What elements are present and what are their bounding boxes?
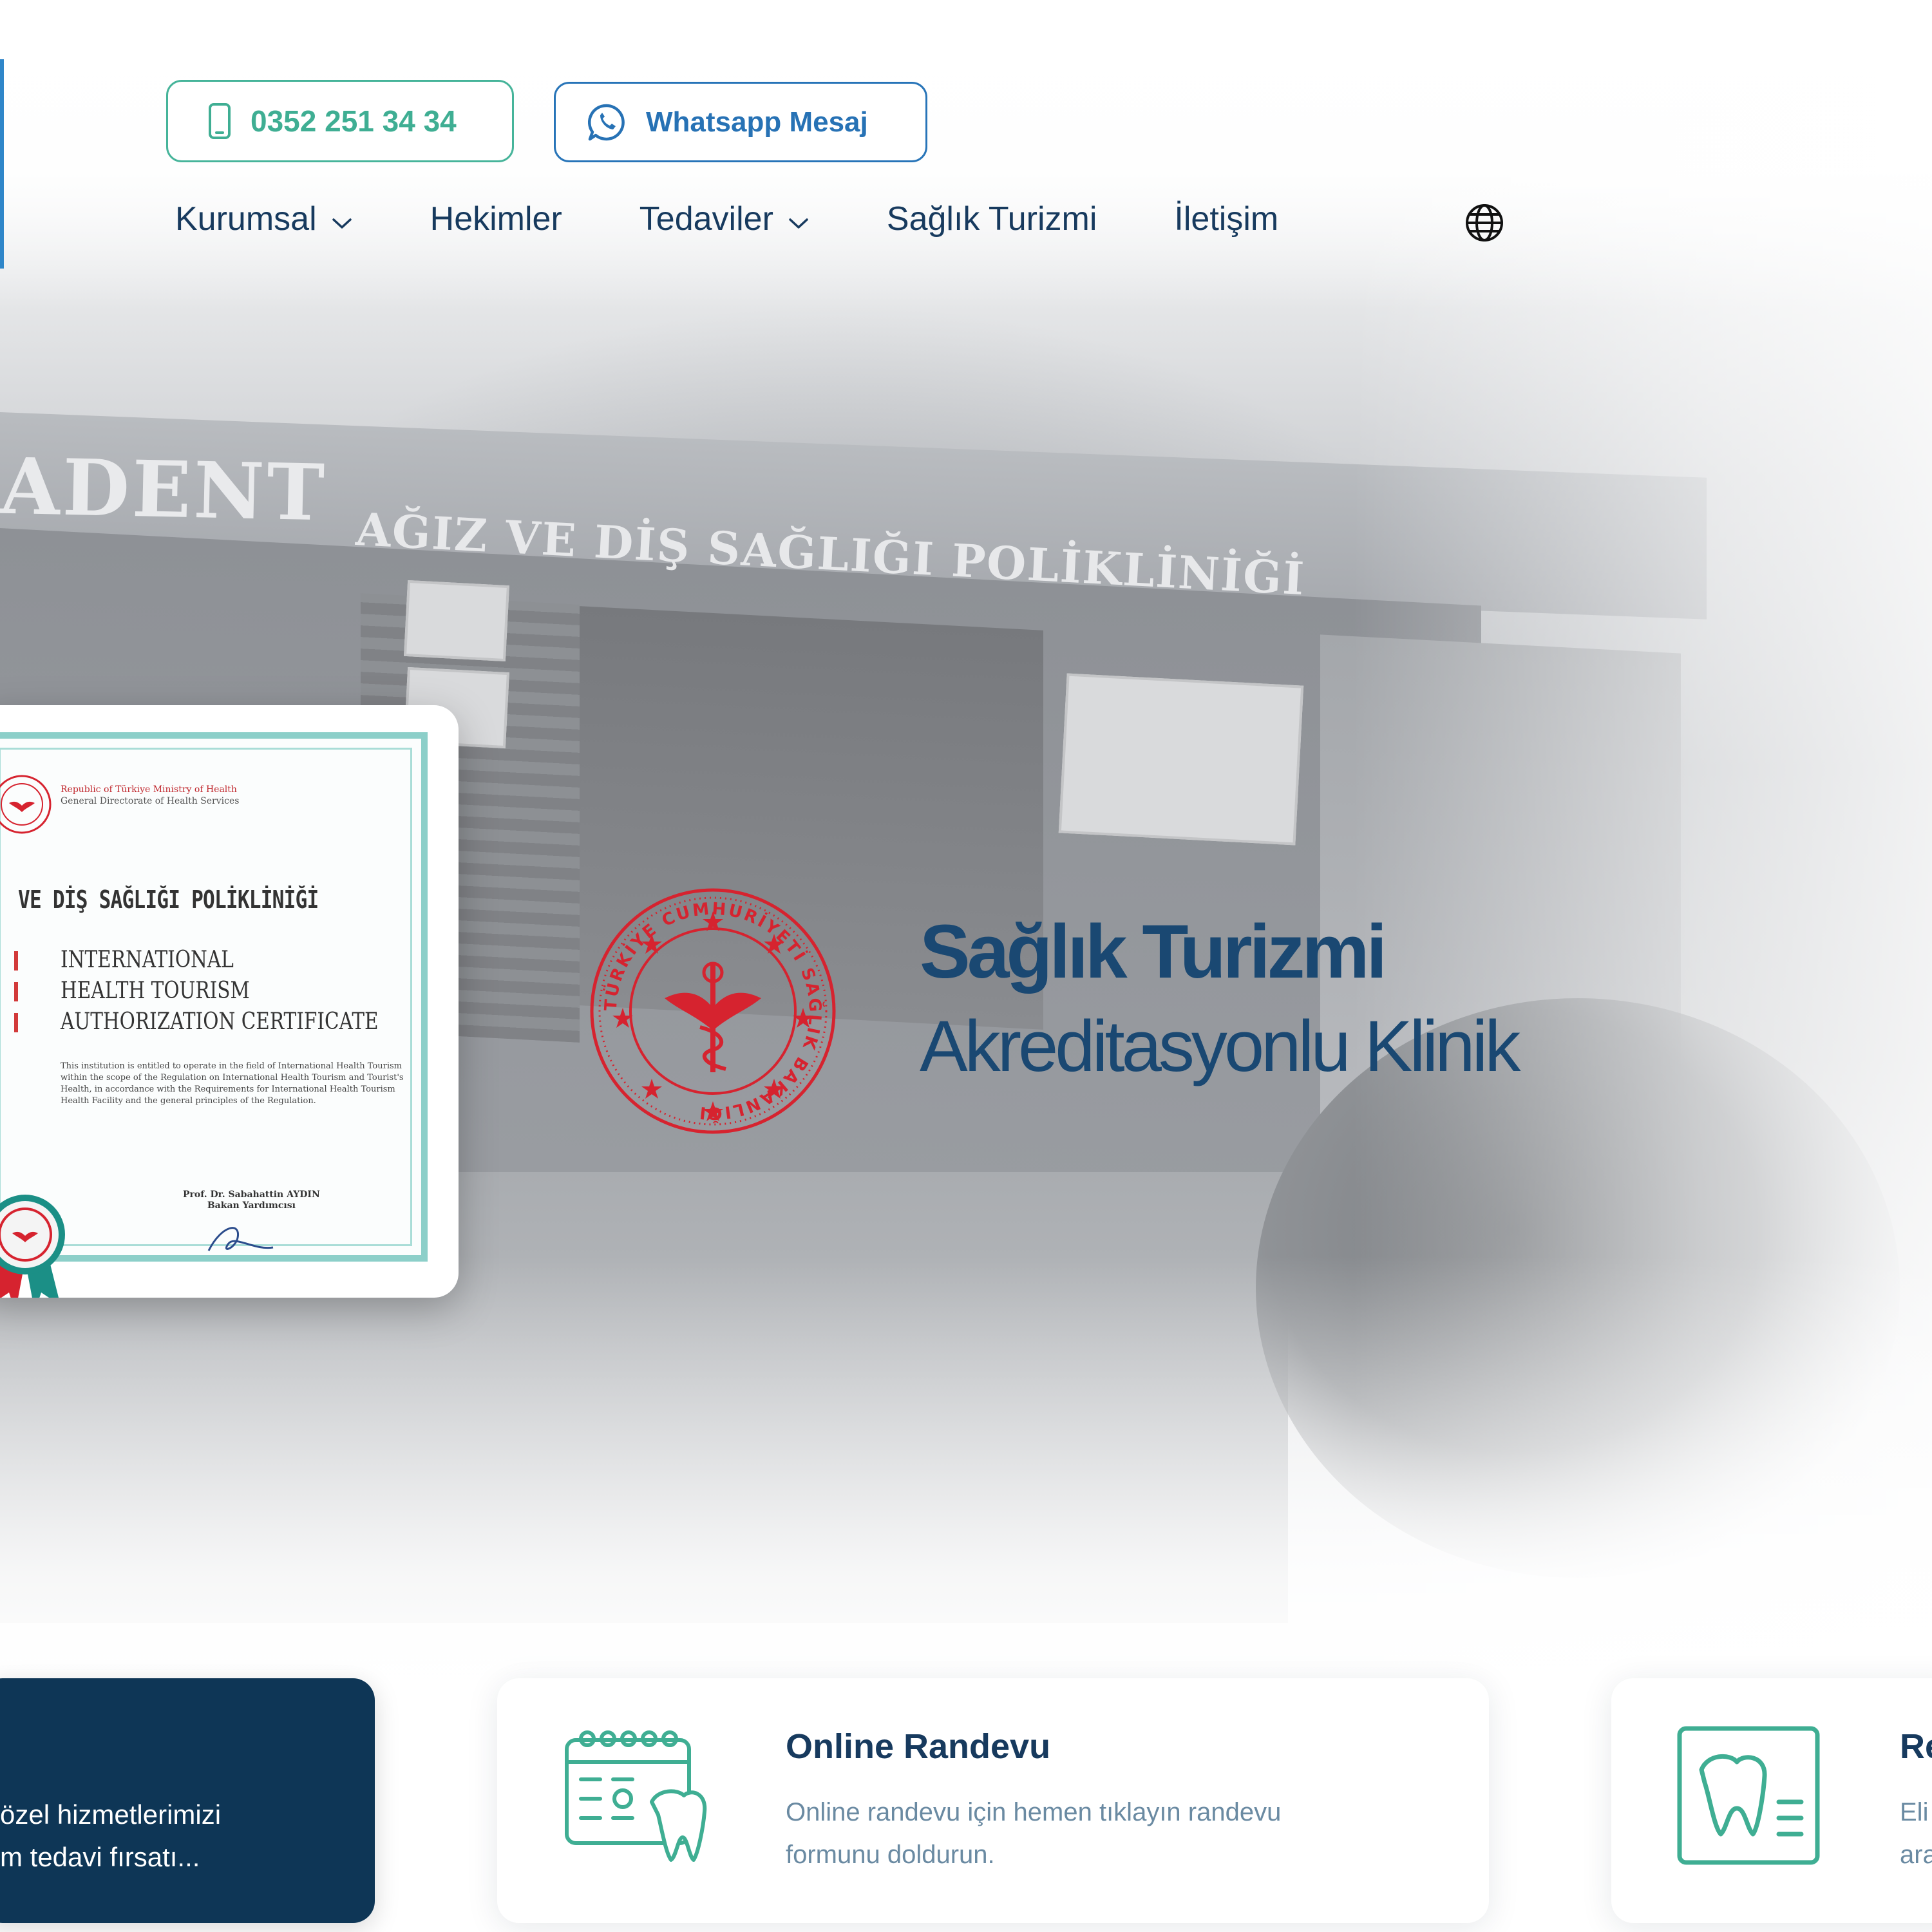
certificate-signer: Prof. Dr. Sabahattin AYDIN Bakan Yardımc… — [183, 1189, 320, 1211]
main-nav: Kurumsal Hekimler Tedaviler Sağlık Turiz… — [175, 200, 1356, 238]
phone-button[interactable]: 0352 251 34 34 — [166, 80, 514, 162]
building-sign-left: ADENT — [0, 440, 328, 539]
third-card-title: Re — [1900, 1727, 1932, 1766]
phone-number: 0352 251 34 34 — [251, 104, 457, 138]
whatsapp-label: Whatsapp Mesaj — [646, 106, 868, 138]
award-rosette-icon — [0, 1183, 73, 1298]
ministry-seal-icon — [0, 772, 54, 840]
certificate-card: Republic of Türkiye Ministry of Health G… — [0, 705, 459, 1298]
ministry-of-health-seal-icon: TÜRKİYE CUMHURİYETİ SAĞLIK BAKANLIĞI — [587, 886, 838, 1140]
third-card[interactable]: Re Eli ara — [1611, 1678, 1932, 1923]
tooth-report-icon — [1676, 1725, 1824, 1870]
nav-item-label: Tedaviler — [639, 200, 773, 238]
chevron-down-icon — [331, 200, 353, 238]
certificate-ministry: Republic of Türkiye Ministry of Health G… — [61, 784, 240, 806]
online-appointment-desc: Online randevu için hemen tıklayın rande… — [786, 1798, 1282, 1869]
globe-icon[interactable] — [1464, 202, 1505, 247]
hero-fade-bottom — [0, 1256, 1932, 1707]
whatsapp-button[interactable]: Whatsapp Mesaj — [554, 82, 927, 162]
signature-icon — [202, 1218, 279, 1267]
building-plate — [1058, 673, 1304, 846]
nav-item-label: İletişim — [1174, 200, 1279, 238]
chevron-down-icon — [788, 200, 810, 238]
nav-item-iletisim[interactable]: İletişim — [1174, 200, 1278, 238]
calendar-tooth-icon — [562, 1725, 710, 1870]
certificate-clinic-name: VE DİŞ SAĞLIĞI POLİKLİNİĞİ — [18, 886, 319, 914]
nav-item-label: Hekimler — [430, 200, 562, 238]
online-appointment-title: Online Randevu — [786, 1727, 1051, 1766]
building-plate-small — [404, 580, 509, 662]
nav-item-label: Sağlık Turizmi — [886, 200, 1097, 238]
nav-item-hekimler[interactable]: Hekimler — [430, 200, 562, 238]
certificate-red-marks — [14, 951, 18, 1035]
certificate-frame: Republic of Türkiye Ministry of Health G… — [0, 732, 428, 1298]
third-card-desc: Eli ara — [1900, 1798, 1932, 1869]
mobile-phone-icon — [208, 102, 231, 140]
certificate-heading: INTERNATIONAL HEALTH TOURISM AUTHORIZATI… — [61, 947, 379, 1035]
nav-item-kurumsal[interactable]: Kurumsal — [175, 200, 353, 238]
online-appointment-card[interactable]: Online Randevu Online randevu için hemen… — [497, 1678, 1489, 1923]
hero-subtitle: Akreditasyonlu Klinik — [920, 1006, 1520, 1086]
logo-edge — [0, 59, 4, 269]
certificate-body: This institution is entitled to operate … — [61, 1061, 404, 1106]
nav-item-tedaviler[interactable]: Tedaviler — [639, 200, 810, 238]
services-card-text: özel hizmetlerimizi m tedavi fırsatı... — [0, 1799, 222, 1872]
hero-title: Sağlık Turizmi — [920, 909, 1387, 994]
nav-item-label: Kurumsal — [175, 200, 317, 238]
nav-item-saglik-turizmi[interactable]: Sağlık Turizmi — [887, 200, 1097, 238]
whatsapp-icon — [587, 102, 627, 142]
